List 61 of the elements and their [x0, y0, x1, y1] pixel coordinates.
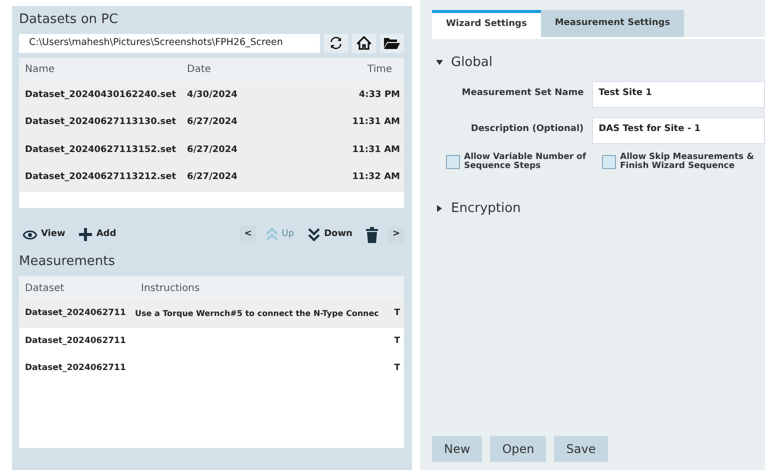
- table-cell-text: Dataset_20240627113212.set: [24, 171, 178, 184]
- field-label: Measurement Set Name: [460, 87, 585, 100]
- checkbox-label: Allow Variable Number of Sequence Steps: [464, 152, 588, 172]
- action-button[interactable]: New: [432, 436, 482, 462]
- table-cell-text: 6/27/2024: [187, 171, 238, 184]
- table-cell-text: Dataset_2024062711: [24, 307, 127, 320]
- home-icon: [357, 36, 371, 50]
- section-title[interactable]: Global: [451, 53, 492, 72]
- double-chevron-up-icon: [266, 228, 278, 241]
- text-field[interactable]: Test Site 1: [592, 80, 765, 108]
- table-cell-text: Dataset_20240430162240.set: [24, 88, 178, 102]
- column-header[interactable]: Time: [337, 62, 404, 77]
- view-button[interactable]: View: [19, 226, 70, 244]
- home-button[interactable]: [352, 34, 376, 52]
- table-cell-text: 11:31 AM: [351, 144, 401, 156]
- trash-icon: [366, 226, 378, 242]
- checkbox[interactable]: [446, 154, 460, 169]
- add-button[interactable]: Add: [75, 226, 120, 244]
- section-title[interactable]: Encryption: [451, 199, 521, 219]
- eye-icon: [23, 230, 37, 240]
- table-cell-text: Dataset_20240627113152.set: [24, 144, 178, 156]
- refresh-icon: [330, 36, 342, 50]
- collapse-icon[interactable]: [436, 59, 443, 66]
- checkbox-label: Allow Skip Measurements & Finish Wizard Sequence: [620, 152, 755, 172]
- checkbox[interactable]: [602, 154, 616, 169]
- text-field[interactable]: DAS Test for Site - 1: [592, 116, 765, 144]
- field-label: Description (Optional): [470, 123, 585, 136]
- table-cell-text: T: [393, 334, 401, 348]
- refresh-button[interactable]: [324, 34, 348, 52]
- open-folder-button[interactable]: [380, 34, 404, 52]
- table-cell-text: Dataset_2024062711: [24, 334, 127, 348]
- table-cell-text: T: [393, 307, 401, 320]
- tab[interactable]: Measurement Settings: [540, 10, 684, 37]
- table-cell-text: Dataset_20240627113130.set: [24, 116, 178, 129]
- table-row[interactable]: Dataset_2024062711 Use a Torque Wernch#5 to connect the N-Type Connec T: [19, 300, 404, 328]
- column-header[interactable]: Name: [19, 62, 187, 77]
- double-chevron-down-icon: [308, 228, 320, 241]
- panel-title: Datasets on PC: [19, 11, 120, 29]
- column-header[interactable]: Instructions: [141, 280, 200, 296]
- table-cell-text: 6/27/2024: [187, 144, 238, 156]
- table-cell-text: T: [393, 362, 401, 376]
- action-button[interactable]: Open: [490, 436, 546, 462]
- plus-icon: [79, 228, 92, 241]
- table-cell-text: Dataset_2024062711: [24, 362, 127, 376]
- column-header[interactable]: Date: [187, 62, 337, 77]
- action-button[interactable]: Save: [554, 436, 608, 462]
- table-cell-text: Use a Torque Wernch#5 to connect the N-Type Connec: [134, 308, 380, 320]
- scroll-right-button[interactable]: >: [388, 226, 404, 244]
- column-header[interactable]: Dataset: [19, 280, 141, 296]
- scroll-left-button[interactable]: <: [240, 226, 256, 244]
- table-cell-text: 11:31 AM: [351, 116, 401, 129]
- folder-icon: [384, 37, 400, 49]
- table-cell-text: 4/30/2024: [187, 88, 238, 102]
- table-cell-text: 11:32 AM: [351, 171, 401, 184]
- path-field[interactable]: C:\Users\mahesh\Pictures\Screenshots\FPH26_Screen: [19, 34, 320, 52]
- tab[interactable]: Wizard Settings: [432, 10, 541, 37]
- table-cell-text: 4:33 PM: [358, 88, 401, 102]
- panel-title: Measurements: [19, 252, 116, 270]
- table-cell-text: 6/27/2024: [187, 116, 238, 129]
- down-button[interactable]: Down: [304, 226, 356, 244]
- expand-icon[interactable]: [436, 205, 443, 212]
